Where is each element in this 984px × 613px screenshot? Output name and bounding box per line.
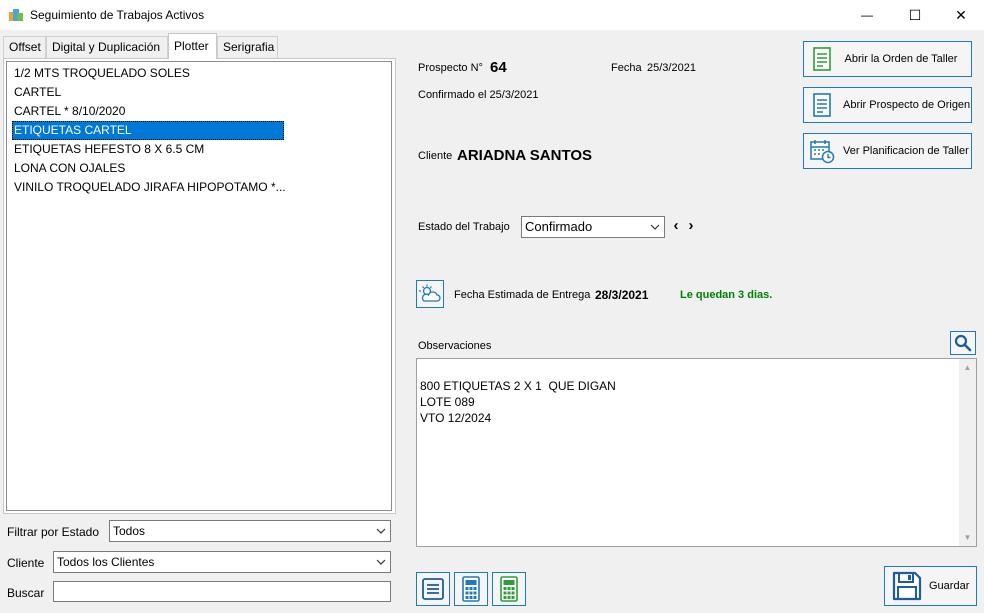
estado-prev-button[interactable]: ‹	[669, 216, 683, 238]
calculator-icon	[462, 576, 480, 602]
app-icon	[9, 9, 23, 21]
prospecto-label: Prospecto N°	[418, 62, 483, 74]
cliente-label: Cliente	[418, 150, 453, 162]
filter-estado-label: Filtrar por Estado	[7, 525, 100, 539]
buscar-label: Buscar	[7, 586, 45, 600]
tab-digital-duplicacion[interactable]: Digital y Duplicación	[46, 36, 168, 58]
list-item[interactable]: 1/2 MTS TROQUELADO SOLES	[12, 64, 192, 83]
list-item[interactable]: LONA CON OJALES	[12, 159, 127, 178]
list-item[interactable]: ETIQUETAS CARTEL	[12, 121, 284, 140]
chevron-down-icon	[650, 217, 660, 237]
calculator-blue-button[interactable]	[454, 572, 488, 606]
observaciones-textarea[interactable]: 800 ETIQUETAS 2 X 1 QUE DIGAN LOTE 089 V…	[416, 358, 977, 547]
close-button[interactable]: ✕	[938, 0, 984, 30]
maximize-button[interactable]: ☐	[892, 0, 938, 30]
minimize-button[interactable]: —	[844, 0, 890, 30]
fecha-value: 25/3/2021	[647, 62, 696, 74]
abrir-orden-label: Abrir la Orden de Taller	[844, 53, 958, 65]
scroll-up-icon[interactable]: ▲	[959, 359, 976, 376]
estado-next-button[interactable]: ›	[684, 216, 698, 238]
filter-estado-value: Todos	[113, 524, 146, 538]
list-icon	[422, 578, 444, 600]
observaciones-text: 800 ETIQUETAS 2 X 1 QUE DIGAN LOTE 089 V…	[420, 379, 616, 425]
observaciones-label: Observaciones	[418, 340, 492, 352]
list-item[interactable]: CARTEL	[12, 83, 63, 102]
ver-planificacion-label: Ver Planificacion de Taller	[843, 145, 969, 157]
filter-estado-select[interactable]: Todos	[109, 520, 391, 542]
chevron-down-icon	[376, 552, 386, 572]
list-item[interactable]: ETIQUETAS HEFESTO 8 X 6.5 CM	[12, 140, 206, 159]
prospecto-value: 64	[490, 59, 507, 76]
document-list-icon	[813, 47, 831, 71]
tab-serigrafia[interactable]: Serigrafia	[217, 36, 278, 58]
filter-cliente-select[interactable]: Todos los Clientes	[53, 551, 391, 573]
observaciones-search-button[interactable]	[950, 331, 976, 355]
abrir-prospecto-label: Abrir Prospecto de Origen	[843, 99, 971, 111]
estado-value: Confirmado	[525, 219, 593, 234]
calculator-icon	[500, 576, 518, 602]
abrir-orden-button[interactable]: Abrir la Orden de Taller	[803, 41, 972, 77]
abrir-prospecto-button[interactable]: Abrir Prospecto de Origen	[803, 87, 972, 123]
list-view-button[interactable]	[416, 572, 450, 606]
entrega-value: 28/3/2021	[595, 288, 649, 302]
filter-cliente-value: Todos los Clientes	[57, 555, 155, 569]
cloud-sun-icon	[419, 284, 441, 302]
filter-cliente-label: Cliente	[7, 556, 45, 570]
list-item[interactable]: VINILO TROQUELADO JIRAFA HIPOPOTAMO *...	[12, 178, 288, 197]
buscar-input[interactable]	[53, 581, 391, 602]
chevron-down-icon	[376, 521, 386, 541]
estado-select[interactable]: Confirmado	[521, 216, 665, 238]
guardar-button[interactable]: Guardar	[884, 566, 977, 606]
fecha-label: Fecha	[611, 62, 642, 74]
ver-planificacion-button[interactable]: Ver Planificacion de Taller	[803, 133, 972, 169]
quedan-text: Le quedan 3 dias.	[680, 289, 773, 301]
window-title: Seguimiento de Trabajos Activos	[30, 8, 205, 22]
entrega-calendar-button[interactable]	[416, 280, 444, 308]
cliente-value: ARIADNA SANTOS	[457, 147, 593, 164]
guardar-label: Guardar	[929, 580, 970, 592]
confirmado-text: Confirmado el 25/3/2021	[418, 89, 539, 101]
estado-label: Estado del Trabajo	[418, 221, 510, 233]
calendar-clock-icon	[810, 140, 835, 164]
scroll-down-icon[interactable]: ▼	[959, 529, 976, 546]
floppy-disk-icon	[892, 571, 922, 601]
observaciones-scrollbar[interactable]: ▲ ▼	[959, 359, 976, 546]
search-icon	[954, 334, 972, 352]
document-icon	[813, 93, 831, 117]
tab-offset[interactable]: Offset	[3, 36, 46, 58]
tab-plotter[interactable]: Plotter	[168, 33, 217, 59]
calculator-green-button[interactable]	[492, 572, 526, 606]
list-item[interactable]: CARTEL * 8/10/2020	[12, 102, 127, 121]
entrega-label: Fecha Estimada de Entrega	[454, 289, 591, 301]
jobs-listbox[interactable]: 1/2 MTS TROQUELADO SOLES CARTEL CARTEL * 8…	[6, 61, 392, 511]
